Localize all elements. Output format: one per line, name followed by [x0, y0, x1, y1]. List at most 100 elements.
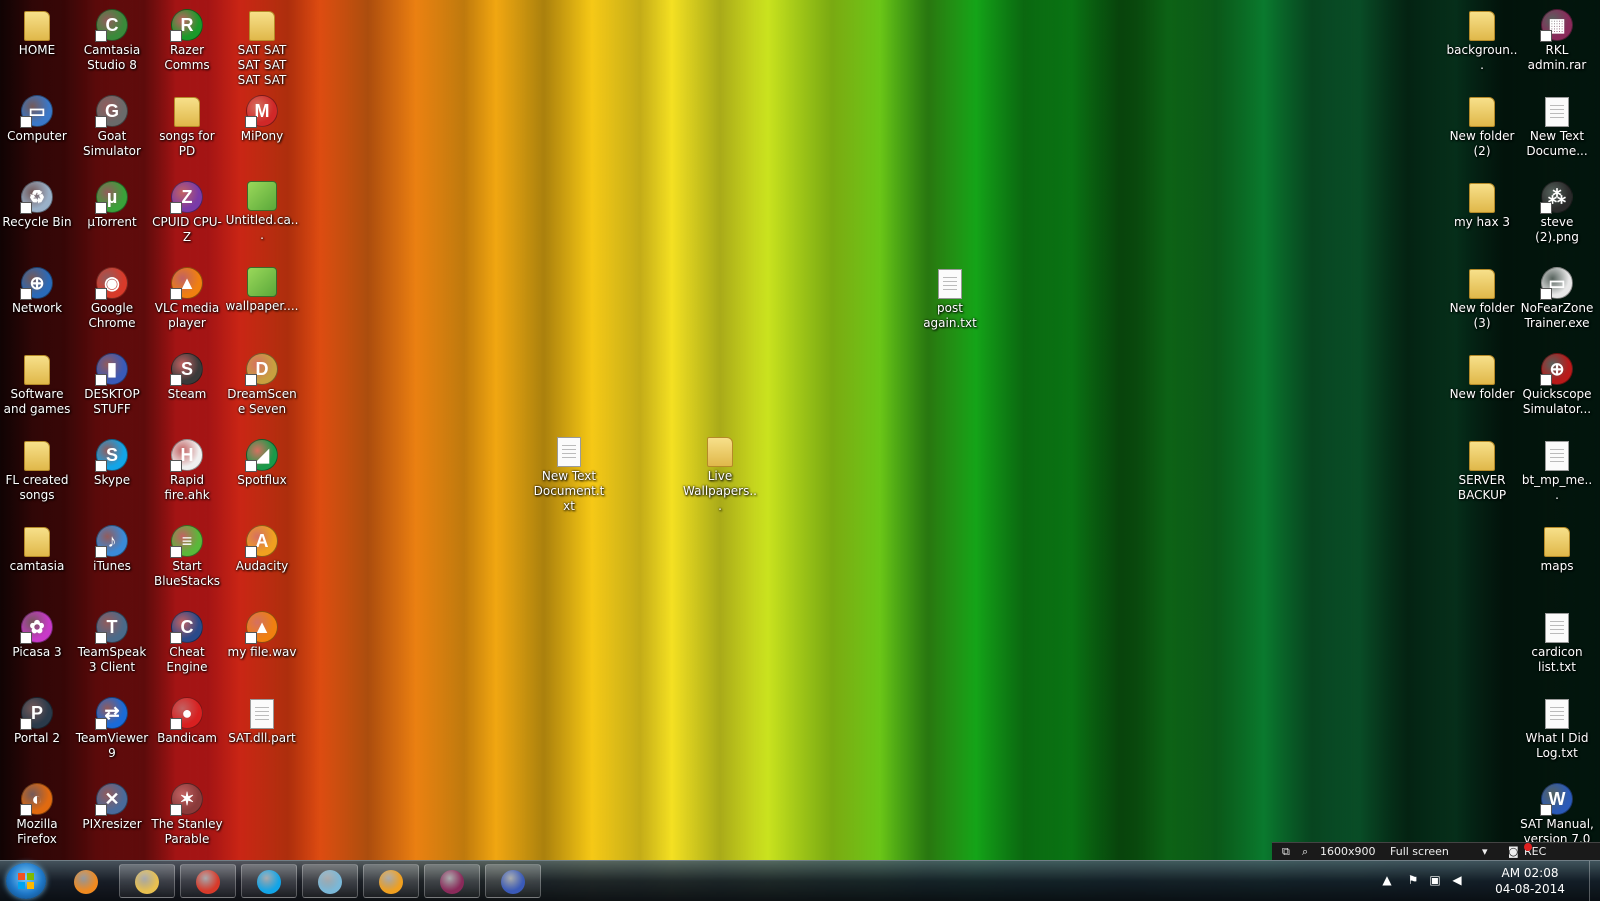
resolution-label[interactable]: 1600x900 — [1320, 843, 1376, 861]
icon-glyph: ◢ — [255, 445, 269, 465]
chevron-up-icon[interactable]: ▲ — [1380, 873, 1394, 887]
desktop-icon-my-file-wav[interactable]: ▲ my file.wav — [225, 606, 299, 660]
desktop-icon-cheat-engine[interactable]: C Cheat Engine — [150, 606, 224, 675]
icon-glyph: W — [1548, 789, 1566, 809]
desktop-icon-backgroun[interactable]: backgroun... — [1445, 4, 1519, 73]
desktop-icon-cpuid-cpu-z[interactable]: Z CPUID CPU-Z — [150, 176, 224, 245]
icon-glyph: ⇄ — [104, 703, 120, 723]
desktop-icon-recycle-bin[interactable]: ♻ Recycle Bin — [0, 176, 74, 230]
taskbar-skype[interactable] — [241, 864, 297, 898]
desktop-icon-mipony[interactable]: M MiPony — [225, 90, 299, 144]
desktop-icon-steam[interactable]: S Steam — [150, 348, 224, 402]
desktop-icon-fl-created-songs[interactable]: FL created songs — [0, 434, 74, 503]
windows-explorer-icon — [135, 870, 159, 894]
desktop-icon-sat-manual-version-7-0[interactable]: W SAT Manual, version 7.0 — [1520, 778, 1594, 847]
desktop-icon-bt-mp-me[interactable]: bt_mp_me... — [1520, 434, 1594, 503]
flag-icon[interactable]: ⚑ — [1406, 873, 1420, 887]
desktop-icon-label: steve (2).png — [1535, 215, 1579, 244]
desktop-icon-pixresizer[interactable]: ✕ PIXresizer — [75, 778, 149, 832]
desktop-icon-spotflux[interactable]: ◢ Spotflux — [225, 434, 299, 488]
desktop-icon-quickscope-simulator[interactable]: ⊕ Quickscope Simulator... — [1520, 348, 1594, 417]
desktop-icon-audacity[interactable]: A Audacity — [225, 520, 299, 574]
desktop-icon-home[interactable]: HOME — [0, 4, 74, 58]
start-button[interactable] — [6, 863, 46, 899]
image-file-icon — [247, 267, 277, 297]
desktop-icon-new-folder-2[interactable]: New folder (2) — [1445, 90, 1519, 159]
icon-glyph: ✶ — [179, 789, 195, 809]
desktop-icon-sat-dll-part[interactable]: SAT.dll.part — [225, 692, 299, 746]
desktop-icon-label: MiPony — [240, 129, 284, 143]
desktop-icon-network[interactable]: ⊕ Network — [0, 262, 74, 316]
desktop-icon-new-text-docume[interactable]: New Text Docume... — [1520, 90, 1594, 159]
network-icon[interactable]: ▣ — [1428, 873, 1442, 887]
rec-button[interactable]: REC — [1524, 843, 1546, 861]
spotflux-icon: ◢ — [245, 439, 278, 472]
desktop-icon-new-folder[interactable]: New folder — [1445, 348, 1519, 402]
icon-glyph: ⊕ — [1549, 359, 1565, 379]
desktop-icon-what-i-did-log-txt[interactable]: What I Did Log.txt — [1520, 692, 1594, 761]
desktop-icon-post-again-txt[interactable]: post again.txt — [913, 262, 987, 331]
desktop-icon-computer[interactable]: ▭ Computer — [0, 90, 74, 144]
desktop-icon-label: The Stanley Parable — [151, 817, 223, 846]
desktop-icon-songs-for-pd[interactable]: songs for PD — [150, 90, 224, 159]
desktop-icon-new-text-document-txt[interactable]: New Text Document.txt — [532, 430, 606, 514]
desktop-icon-steve-2-png[interactable]: ⁂ steve (2).png — [1520, 176, 1594, 245]
desktop-icon-skype[interactable]: S Skype — [75, 434, 149, 488]
desktop-icon-camtasia-studio-8[interactable]: C Camtasia Studio 8 — [75, 4, 149, 73]
clock[interactable]: AM 02:08 04-08-2014 — [1490, 865, 1570, 897]
desktop-icon-rkl-admin-rar[interactable]: ▦ RKL admin.rar — [1520, 4, 1594, 73]
taskbar-audacity[interactable] — [363, 864, 419, 898]
desktop-icon-sat-sat-sat-sat-sat-sat[interactable]: SAT SAT SAT SAT SAT SAT — [225, 4, 299, 88]
desktop-icon-nofearzone-trainer-exe[interactable]: ▭ NoFearZone Trainer.exe — [1520, 262, 1594, 331]
desktop-icon-server-backup[interactable]: SERVER BACKUP — [1445, 434, 1519, 503]
desktop-icon-maps[interactable]: maps — [1520, 520, 1594, 574]
desktop-icon-desktop-stuff[interactable]: ▮ DESKTOP STUFF — [75, 348, 149, 417]
desktop-icon-the-stanley-parable[interactable]: ✶ The Stanley Parable — [150, 778, 224, 847]
taskbar-windows-media-player[interactable] — [58, 864, 114, 898]
razer-comms-icon: R — [170, 9, 203, 42]
desktop-icon-label: Start BlueStacks — [153, 559, 221, 588]
desktop-icon-software-and-games[interactable]: Software and games — [0, 348, 74, 417]
taskbar-winrar[interactable] — [424, 864, 480, 898]
desktop-icon-teamspeak-3-client[interactable]: T TeamSpeak 3 Client — [75, 606, 149, 675]
desktop-icon-torrent[interactable]: µ µTorrent — [75, 176, 149, 230]
folder-icon — [1469, 97, 1495, 127]
taskbar-paint[interactable] — [302, 864, 358, 898]
desktop-icon-itunes[interactable]: ♪ iTunes — [75, 520, 149, 574]
desktop-icon-goat-simulator[interactable]: G Goat Simulator — [75, 90, 149, 159]
restore-icon[interactable]: ⧉ — [1282, 843, 1290, 861]
mode-select[interactable]: Full screen — [1390, 843, 1449, 861]
volume-icon[interactable]: ◀ — [1450, 873, 1464, 887]
cpuid-cpu-z-icon: Z — [170, 181, 203, 214]
desktop-icon-new-folder-3[interactable]: New folder (3) — [1445, 262, 1519, 331]
desktop-icon-teamviewer-9[interactable]: ⇄ TeamViewer 9 — [75, 692, 149, 761]
desktop-icon-picasa-3[interactable]: ✿ Picasa 3 — [0, 606, 74, 660]
zoom-icon[interactable]: ⌕ — [1302, 843, 1308, 861]
show-desktop-button[interactable] — [1589, 861, 1600, 901]
camera-icon[interactable]: ◙ — [1508, 843, 1519, 861]
icon-glyph: ♪ — [107, 531, 117, 551]
icon-glyph: ▭ — [28, 101, 46, 121]
desktop-icon-start-bluestacks[interactable]: ≡ Start BlueStacks — [150, 520, 224, 589]
taskbar-cheat-engine[interactable] — [485, 864, 541, 898]
desktop-icon-camtasia[interactable]: camtasia — [0, 520, 74, 574]
desktop-icon-google-chrome[interactable]: ◉ Google Chrome — [75, 262, 149, 331]
taskbar-windows-explorer[interactable] — [119, 864, 175, 898]
desktop-icon-cardicon-list-txt[interactable]: cardicon list.txt — [1520, 606, 1594, 675]
desktop-icon-label: my file.wav — [227, 645, 297, 659]
desktop-icon-portal-2[interactable]: P Portal 2 — [0, 692, 74, 746]
desktop-icon-razer-comms[interactable]: R Razer Comms — [150, 4, 224, 73]
desktop-icon-dreamscene-seven[interactable]: D DreamScene Seven — [225, 348, 299, 417]
skype-icon — [257, 870, 281, 894]
chevron-down-icon[interactable]: ▾ — [1482, 843, 1488, 861]
desktop-icon-wallpaper[interactable]: wallpaper.... — [225, 262, 299, 314]
desktop-icon-my-hax-3[interactable]: my hax 3 — [1445, 176, 1519, 230]
desktop-icon-live-wallpapers[interactable]: Live Wallpapers... — [683, 430, 757, 514]
desktop-icon-untitled-ca[interactable]: Untitled.ca... — [225, 176, 299, 243]
desktop-icon-bandicam[interactable]: ● Bandicam — [150, 692, 224, 746]
taskbar-google-chrome[interactable] — [180, 864, 236, 898]
desktop-icon-vlc-media-player[interactable]: ▲ VLC media player — [150, 262, 224, 331]
desktop-icon-mozilla-firefox[interactable]: ◐ Mozilla Firefox — [0, 778, 74, 847]
desktop-icon-label: Computer — [7, 129, 67, 143]
desktop-icon-rapid-fire-ahk[interactable]: H Rapid fire.ahk — [150, 434, 224, 503]
